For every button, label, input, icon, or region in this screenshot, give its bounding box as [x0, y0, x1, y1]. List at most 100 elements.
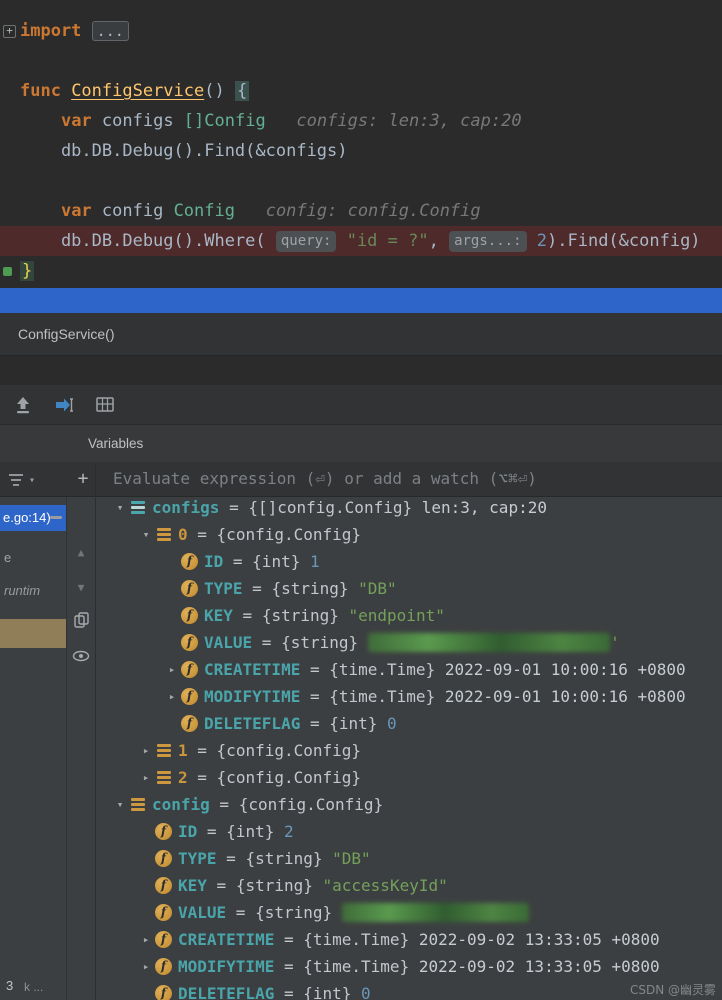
variable-row[interactable]: f KEY = {string} "accessKeyId" [96, 872, 722, 899]
variable-row[interactable]: ▸ f MODIFYTIME = {time.Time} 2022-09-01 10… [96, 683, 722, 710]
variable-text: CREATETIME = {time.Time} 2022-09-01 10:0… [204, 660, 686, 679]
variable-row[interactable]: ▾ configs = {[]config.Config} len:3, cap:… [96, 494, 722, 521]
variable-row[interactable]: f DELETEFLAG = {int} 0 [96, 980, 722, 1000]
equals-sign: = [274, 930, 304, 949]
chevron-down-icon[interactable]: ▾ [112, 501, 128, 514]
code-line[interactable]: var configs []Config configs: len:3, cap… [20, 106, 722, 136]
editor-pane[interactable]: + import ... func ConfigService() { var co… [0, 0, 722, 288]
tab-variables[interactable]: Variables [88, 425, 143, 463]
icon-bar [130, 501, 145, 504]
code-segment: var [60, 111, 92, 131]
breadcrumb-bar: ConfigService() [0, 313, 722, 356]
field-icon: f [181, 634, 198, 651]
editor-debug-gap [0, 356, 722, 385]
copy-icon [73, 612, 89, 628]
fold-plus-icon[interactable]: + [3, 25, 16, 38]
frame-item[interactable]: e [4, 548, 11, 568]
variable-type: {int} [303, 984, 352, 1000]
variable-type: {time.Time} [303, 930, 410, 949]
evaluate-expression-input[interactable]: Evaluate expression (⏎) or add a watch (… [96, 462, 722, 496]
code-segment: configs: len:3, cap:20 [296, 111, 522, 131]
code-line[interactable]: var config Config config: config.Config [20, 196, 722, 226]
field-icon: f [155, 823, 172, 840]
chevron-right-icon[interactable]: ▸ [164, 663, 180, 676]
variable-row[interactable]: f VALUE = {string} ' [96, 629, 722, 656]
variable-row[interactable]: f ID = {int} 1 [96, 548, 722, 575]
selected-line-bar[interactable] [0, 288, 722, 313]
code-line[interactable]: } [3, 256, 722, 286]
icon-bar [130, 808, 145, 811]
variable-row[interactable]: f TYPE = {string} "DB" [96, 575, 722, 602]
execution-line[interactable]: db.DB.Debug().Where( query: "id = ?", ar… [0, 226, 722, 256]
variable-row[interactable]: f VALUE = {string} [96, 899, 722, 926]
code-segment: configs [91, 111, 184, 131]
chevron-right-icon[interactable]: ▸ [138, 771, 154, 784]
variable-name: MODIFYTIME [204, 687, 301, 706]
chevron-right-icon[interactable]: ▸ [138, 744, 154, 757]
variable-row[interactable]: ▾ config = {config.Config} [96, 791, 722, 818]
variable-row[interactable]: ▸ 2 = {config.Config} [96, 764, 722, 791]
chevron-right-icon[interactable]: ▸ [164, 690, 180, 703]
chevron-right-icon[interactable]: ▸ [138, 933, 154, 946]
frame-clipped-text: k ... [24, 980, 44, 994]
icon-bar [156, 533, 171, 536]
variables-tree[interactable]: ▾ configs = {[]config.Config} len:3, cap:… [96, 494, 722, 1000]
variable-row[interactable]: ▸ f CREATETIME = {time.Time} 2022-09-01 10… [96, 656, 722, 683]
scroll-up-button[interactable]: ▲ [67, 541, 95, 563]
frames-scrollbar[interactable] [50, 516, 62, 519]
chevron-right-icon[interactable]: ▸ [138, 960, 154, 973]
variable-row[interactable]: ▸ f CREATETIME = {time.Time} 2022-09-02 13… [96, 926, 722, 953]
variable-name: DELETEFLAG [204, 714, 301, 733]
code-line[interactable]: func ConfigService() { [20, 76, 722, 106]
add-watch-button[interactable]: + [72, 462, 94, 496]
variable-type: {int} [252, 552, 301, 571]
show-execution-point-button[interactable] [12, 394, 34, 416]
code-segment: args...: [449, 231, 527, 252]
filter-icon [9, 474, 23, 486]
code-line[interactable] [20, 166, 722, 196]
field-icon: f [181, 607, 198, 624]
side-icon-rail: ▲ ▼ [66, 497, 95, 1000]
chevron-down-icon[interactable]: ▾ [112, 798, 128, 811]
variable-row[interactable]: ▸ 1 = {config.Config} [96, 737, 722, 764]
variable-name: CREATETIME [178, 930, 275, 949]
watch-visibility-button[interactable] [67, 645, 95, 667]
variable-row[interactable]: f KEY = {string} "endpoint" [96, 602, 722, 629]
variable-text: DELETEFLAG = {int} 0 [204, 714, 397, 733]
code-line[interactable]: db.DB.Debug().Find(&configs) [20, 136, 722, 166]
field-icon: f [181, 580, 198, 597]
icon-bar [156, 749, 171, 752]
variable-row[interactable]: ▾ 0 = {config.Config} [96, 521, 722, 548]
variable-type: {time.Time} [329, 687, 436, 706]
code-line[interactable]: + import ... [3, 16, 722, 46]
frame-item-highlighted[interactable] [0, 619, 66, 648]
scroll-down-button[interactable]: ▼ [67, 576, 95, 598]
variable-text: VALUE = {string} [204, 633, 358, 652]
field-icon: f [155, 904, 172, 921]
filter-frames-button[interactable]: ▾ [8, 469, 50, 491]
variable-type: {time.Time} [329, 660, 436, 679]
variable-name: 2 [178, 768, 188, 787]
view-layout-grid-button[interactable] [94, 394, 116, 416]
code-segment: () [204, 81, 235, 101]
variable-text: TYPE = {string} "DB" [178, 849, 371, 868]
variable-row[interactable]: ▸ f MODIFYTIME = {time.Time} 2022-09-02 13… [96, 953, 722, 980]
variable-name: ID [204, 552, 224, 571]
frame-item-runtime[interactable]: runtim [4, 581, 40, 601]
variable-row[interactable]: f DELETEFLAG = {int} 0 [96, 710, 722, 737]
chevron-down-icon[interactable]: ▾ [138, 528, 154, 541]
run-to-cursor-button[interactable] [53, 394, 75, 416]
variable-name: DELETEFLAG [178, 984, 275, 1000]
breadcrumb[interactable]: ConfigService() [18, 313, 114, 355]
variable-type: {config.Config} [216, 525, 362, 544]
code-line[interactable] [20, 46, 722, 76]
variable-row[interactable]: f ID = {int} 2 [96, 818, 722, 845]
code-segment: config: config.Config [265, 201, 481, 221]
copy-button[interactable] [67, 609, 95, 631]
variable-row[interactable]: f TYPE = {string} "DB" [96, 845, 722, 872]
fold-end-icon[interactable] [3, 267, 12, 276]
